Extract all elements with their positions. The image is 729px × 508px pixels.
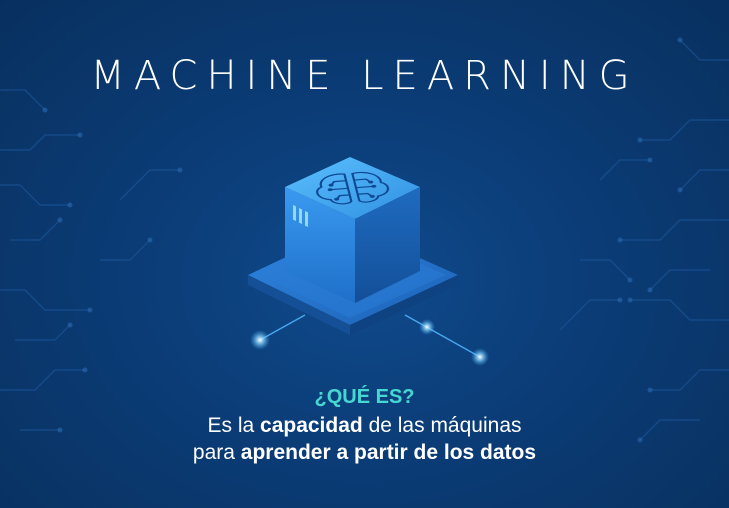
question-heading: ¿QUÉ ES?	[314, 386, 415, 408]
definition-text: Es la	[207, 414, 261, 437]
definition-line-1: Es la capacidad de las máquinas	[0, 412, 729, 439]
definition-text: de las máquinas	[362, 414, 522, 437]
infographic: MACHINE LEARNING ¿QUÉ ES? Es la capacida…	[0, 0, 729, 508]
definition-line-2: para aprender a partir de los datos	[0, 439, 729, 466]
page-title: MACHINE LEARNING	[90, 53, 639, 99]
definition-highlight: capacidad	[260, 414, 363, 437]
definition-block: ¿QUÉ ES? Es la capacidad de las máquinas…	[0, 384, 729, 466]
brain-cube-icon	[248, 157, 489, 366]
definition-highlight: aprender a partir de los datos	[240, 441, 537, 464]
definition-text: para	[192, 441, 241, 464]
